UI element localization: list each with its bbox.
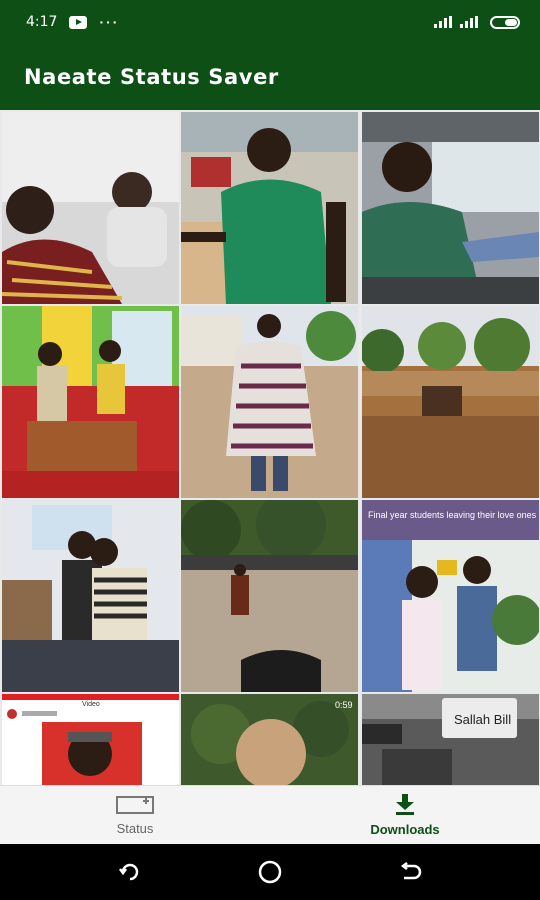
status-thumbnail[interactable]: 0:59 <box>181 694 358 785</box>
youtube-notification-icon <box>69 15 88 29</box>
video-header: Video <box>82 701 100 708</box>
status-thumbnail[interactable]: Video <box>2 694 179 785</box>
app-bar: Naeate Status Saver <box>0 44 540 110</box>
status-thumbnail[interactable]: Final year students leaving their love o… <box>362 500 539 692</box>
video-duration: 0:59 <box>335 700 353 710</box>
sign-text: Sallah Bill <box>454 712 511 727</box>
signal-icon <box>434 16 452 28</box>
bottom-navigation: Status Downloads <box>0 785 540 844</box>
nav-label-status: Status <box>116 820 154 836</box>
status-thumbnail[interactable] <box>2 112 179 304</box>
status-thumbnail[interactable] <box>362 306 539 498</box>
signal-icon-2 <box>460 16 478 28</box>
nav-item-downloads[interactable]: Downloads <box>270 786 540 844</box>
status-thumbnail[interactable] <box>362 112 539 304</box>
status-grid: Final year students leaving their love o… <box>0 110 540 785</box>
more-notifications-icon: ··· <box>99 14 120 30</box>
status-thumbnail[interactable] <box>181 500 358 692</box>
battery-icon <box>490 15 520 29</box>
recent-apps-icon[interactable] <box>118 860 142 884</box>
status-photo-icon <box>116 795 154 814</box>
home-icon[interactable] <box>257 859 283 885</box>
back-icon[interactable] <box>398 860 422 884</box>
status-thumbnail[interactable] <box>2 500 179 692</box>
clock: 4:17 <box>26 14 58 30</box>
nav-item-status[interactable]: Status <box>0 786 270 844</box>
app-title: Naeate Status Saver <box>24 65 279 89</box>
system-navigation-bar <box>0 844 540 900</box>
download-icon <box>396 793 414 815</box>
video-caption: Final year students leaving their love o… <box>368 510 539 520</box>
status-thumbnail[interactable] <box>181 112 358 304</box>
nav-label-downloads: Downloads <box>370 821 440 837</box>
status-thumbnail[interactable] <box>2 306 179 498</box>
status-bar: 4:17 ··· <box>0 0 540 44</box>
status-thumbnail[interactable] <box>181 306 358 498</box>
status-thumbnail[interactable]: Sallah Bill <box>362 694 539 785</box>
